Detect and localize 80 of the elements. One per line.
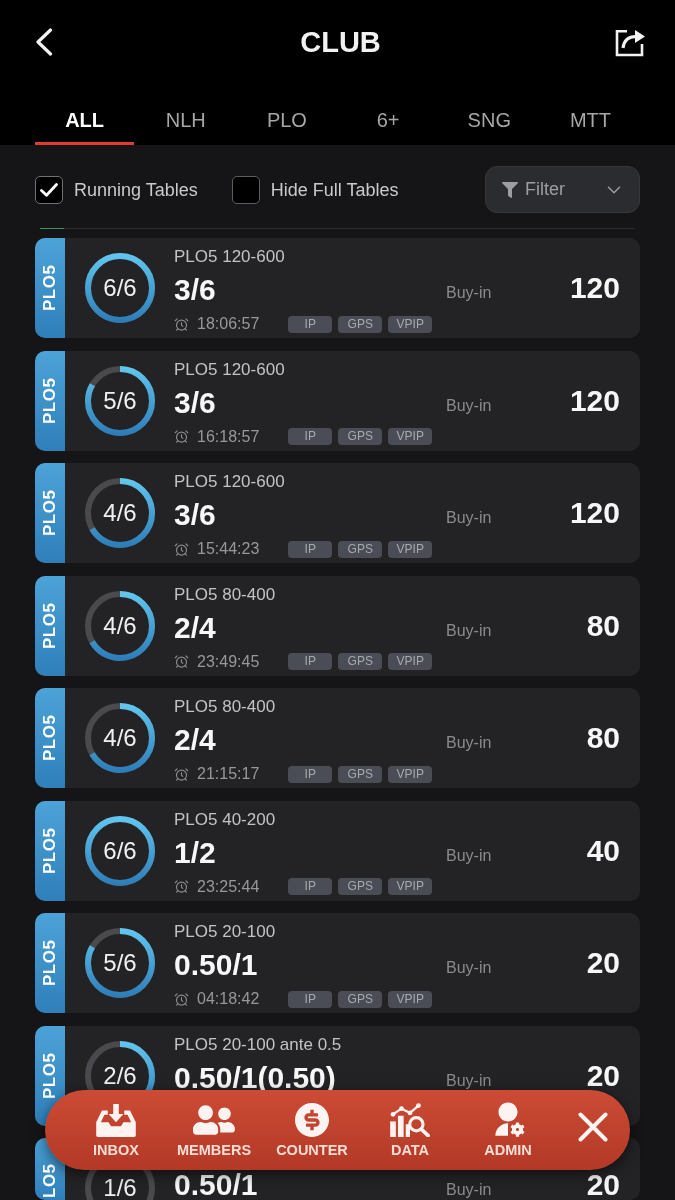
buy-in-label: Buy-in (446, 1180, 492, 1200)
game-label: PLO5 (35, 800, 65, 901)
table-name: PLO5 20-100 (174, 921, 277, 943)
game-label: PLO5 (35, 463, 65, 563)
game-label: PLO5 (35, 913, 65, 1013)
game-label: PLO5 (35, 575, 65, 676)
feature-tag: VPIP (388, 878, 433, 895)
feature-tag: GPS (338, 540, 383, 558)
seat-count: 6/6 (103, 277, 137, 299)
feature-tag: IP (288, 765, 333, 783)
feature-tag: VPIP (388, 653, 433, 670)
feature-tag: GPS (338, 653, 383, 670)
timer: 18:06:57 (197, 314, 260, 334)
table-name: PLO5 120-600 (174, 246, 286, 268)
blinds: 2/4 (174, 612, 217, 643)
feature-tag: GPS (338, 990, 383, 1008)
timer: 04:18:42 (197, 989, 260, 1009)
seat-count: 4/6 (103, 727, 137, 749)
feature-tag: VPIP (388, 765, 433, 783)
game-label: PLO5 (35, 688, 65, 788)
feature-tag: IP (288, 653, 333, 670)
blinds: 3/6 (174, 387, 217, 418)
buy-in-label: Buy-in (446, 620, 492, 641)
table-name: PLO5 120-600 (174, 471, 286, 493)
buy-in-amount: 20 (586, 1170, 620, 1200)
buy-in-label: Buy-in (446, 958, 492, 978)
table-name: PLO5 80-400 (174, 583, 277, 606)
page-title: CLUB (300, 25, 381, 59)
timer: 15:44:23 (197, 539, 260, 559)
game-label: PLO5 (35, 350, 65, 451)
feature-tag: IP (288, 990, 333, 1008)
table-name: PLO5 20-100 ante 0.5 (174, 1033, 343, 1056)
seat-count: 6/6 (103, 839, 137, 862)
seat-count: 5/6 (103, 389, 137, 412)
feature-tag: GPS (338, 878, 383, 895)
feature-tag: VPIP (388, 540, 433, 558)
blinds: 0.50/1 (174, 1170, 259, 1200)
blinds: 2/4 (174, 725, 217, 755)
seat-count: 1/6 (103, 1177, 137, 1199)
blinds: 0.50/1(0.50) (174, 1062, 337, 1093)
buy-in-amount: 20 (586, 1060, 620, 1091)
buy-in-label: Buy-in (446, 283, 492, 303)
timer: 23:49:45 (197, 651, 260, 672)
timer: 16:18:57 (197, 426, 260, 447)
blinds: 3/6 (174, 500, 217, 530)
feature-tag: GPS (338, 315, 383, 333)
table-name: PLO5 80-400 (174, 696, 277, 718)
buy-in-amount: 20 (586, 948, 620, 978)
feature-tag: VPIP (388, 315, 433, 333)
buy-in-amount: 40 (586, 835, 620, 866)
feature-tag: GPS (338, 428, 383, 445)
buy-in-label: Buy-in (446, 845, 492, 866)
buy-in-label: Buy-in (446, 508, 492, 528)
blinds: 0.50/1 (174, 950, 259, 980)
game-label: PLO5 (35, 238, 65, 338)
feature-tag: GPS (338, 765, 383, 783)
feature-tag: VPIP (388, 428, 433, 445)
buy-in-amount: 120 (569, 498, 620, 528)
feature-tag: IP (288, 315, 333, 333)
buy-in-amount: 120 (569, 385, 620, 416)
feature-tag: VPIP (388, 990, 433, 1008)
buy-in-label: Buy-in (446, 733, 492, 753)
seat-count: 5/6 (103, 952, 137, 974)
feature-tag: IP (288, 540, 333, 558)
table-name: PLO5 120-600 (174, 358, 286, 381)
buy-in-amount: 80 (586, 723, 620, 753)
feature-tag: IP (288, 878, 333, 895)
table-name: PLO5 40-200 (174, 808, 277, 831)
timer: 21:15:17 (197, 764, 260, 784)
buy-in-label: Buy-in (446, 395, 492, 416)
buy-in-label: Buy-in (446, 1070, 492, 1091)
blinds: 1/2 (174, 837, 217, 868)
seat-count: 4/6 (103, 502, 137, 524)
seat-count: 2/6 (103, 1064, 137, 1087)
feature-tag: IP (288, 428, 333, 445)
blinds: 3/6 (174, 275, 217, 305)
buy-in-amount: 80 (586, 610, 620, 641)
buy-in-amount: 120 (569, 273, 620, 303)
seat-count: 4/6 (103, 614, 137, 637)
timer: 23:25:44 (197, 876, 260, 897)
